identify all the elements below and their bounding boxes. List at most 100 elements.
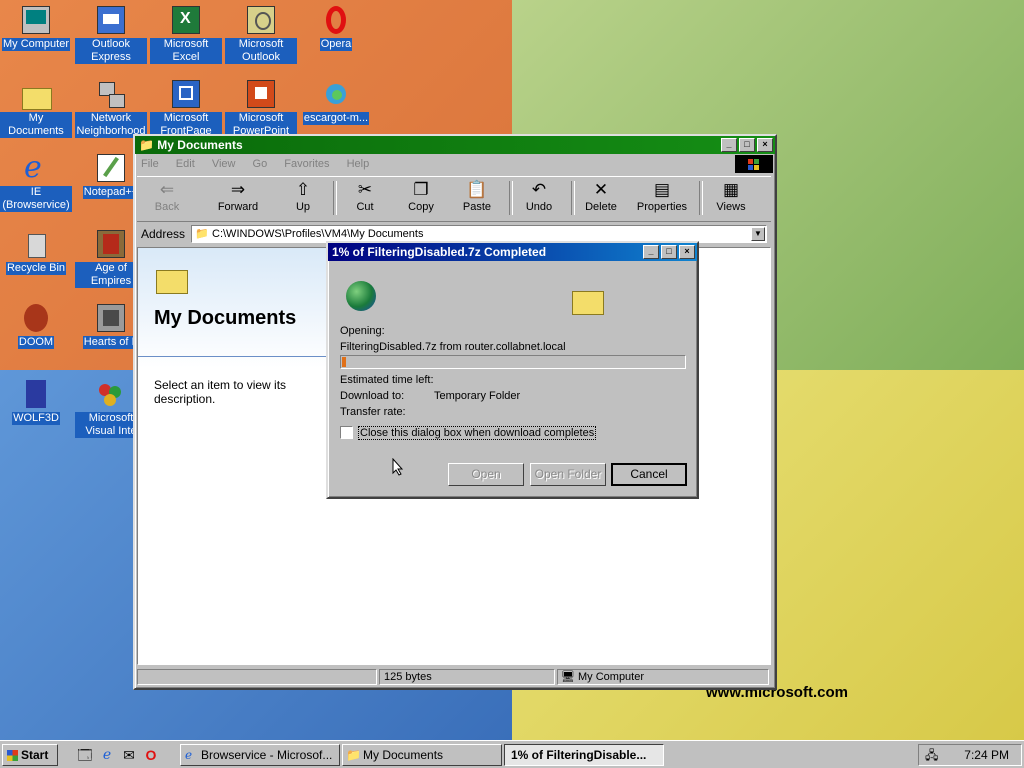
open-button[interactable]: Open xyxy=(448,463,524,486)
task-browservice[interactable]: e Browservice - Microsof... xyxy=(180,744,340,766)
folder-icon xyxy=(572,291,604,315)
recycle-bin-icon xyxy=(20,228,52,260)
age-of-empires-icon xyxy=(95,228,127,260)
webview-folder-icon xyxy=(156,270,188,294)
views-icon: ▦ xyxy=(722,180,740,199)
notepad-icon xyxy=(95,152,127,184)
hearts-of-iron-icon xyxy=(95,302,127,334)
address-dropdown-button[interactable]: ▼ xyxy=(751,227,765,241)
doom-icon xyxy=(20,302,52,334)
show-desktop-icon[interactable]: 🗔 xyxy=(76,746,94,764)
desktop-icon-escargot[interactable]: escargot-m... xyxy=(300,78,372,125)
clock[interactable]: 7:24 PM xyxy=(964,745,1009,765)
forward-button[interactable]: ⇒ Forward xyxy=(209,179,267,219)
computer-small-icon: 🖥 xyxy=(561,671,575,683)
download-close-button[interactable]: × xyxy=(679,245,695,259)
download-file-line: FilteringDisabled.7z from router.collabn… xyxy=(340,341,566,353)
desktop-icon-outlook[interactable]: Microsoft Outlook xyxy=(225,4,297,64)
menu-help[interactable]: Help xyxy=(347,158,370,170)
webview-description: Select an item to view its description. xyxy=(154,378,287,406)
up-folder-icon: ⇧ xyxy=(295,180,311,199)
folder-icon xyxy=(20,78,52,110)
open-folder-button[interactable]: Open Folder xyxy=(530,463,606,486)
menu-favorites[interactable]: Favorites xyxy=(284,158,329,170)
folder-small-icon: 📁 xyxy=(346,748,361,762)
close-when-done-checkbox[interactable] xyxy=(340,426,353,439)
copy-button[interactable]: ❐ Copy xyxy=(395,179,447,219)
webview-divider xyxy=(138,356,326,357)
paste-button[interactable]: 📋 Paste xyxy=(451,179,503,219)
address-folder-icon: 📁 xyxy=(195,228,209,240)
windows-flag-icon xyxy=(7,750,18,761)
desktop-icon-my-documents[interactable]: My Documents xyxy=(0,78,72,138)
opera-quicklaunch-icon[interactable]: O xyxy=(142,746,160,764)
menu-go[interactable]: Go xyxy=(253,158,268,170)
views-button[interactable]: ▦ Views xyxy=(705,179,757,219)
opera-icon xyxy=(320,4,352,36)
download-dialog[interactable]: 1% of FilteringDisabled.7z Completed _ □… xyxy=(326,241,699,499)
download-titlebar[interactable]: 1% of FilteringDisabled.7z Completed _ □… xyxy=(328,243,697,261)
delete-button[interactable]: ✕ Delete xyxy=(575,179,627,219)
back-arrow-icon: ⇐ xyxy=(159,180,175,199)
download-to-label: Download to: xyxy=(340,390,405,402)
address-label: Address xyxy=(141,227,186,241)
desktop-icon-network[interactable]: Network Neighborhood xyxy=(75,78,147,138)
desktop-icon-doom[interactable]: DOOM xyxy=(0,302,72,349)
undo-icon: ↶ xyxy=(531,180,547,199)
minimize-button[interactable]: _ xyxy=(721,138,737,152)
desktop-icon-recycle-bin[interactable]: Recycle Bin xyxy=(0,228,72,275)
scissors-icon: ✂ xyxy=(357,180,373,199)
desktop-icon-ie-browservice[interactable]: e IE (Browservice) xyxy=(0,152,72,212)
visual-interdev-icon xyxy=(95,378,127,410)
close-button[interactable]: × xyxy=(757,138,773,152)
download-maximize-button[interactable]: □ xyxy=(661,245,677,259)
transfer-rate-label: Transfer rate: xyxy=(340,406,406,418)
wolf3d-icon xyxy=(20,378,52,410)
toolbar-separator xyxy=(333,181,337,215)
desktop-icon-powerpoint[interactable]: Microsoft PowerPoint xyxy=(225,78,297,138)
computer-icon xyxy=(20,4,52,36)
properties-button[interactable]: ▤ Properties xyxy=(631,179,693,219)
maximize-button[interactable]: □ xyxy=(739,138,755,152)
delete-icon: ✕ xyxy=(593,180,609,199)
cancel-button[interactable]: Cancel xyxy=(611,463,687,486)
frontpage-icon xyxy=(170,78,202,110)
taskbar: Start 🗔 e ✉ O e Browservice - Microsof..… xyxy=(0,740,1024,768)
desktop-icon-opera[interactable]: Opera xyxy=(300,4,372,51)
explorer-title: My Documents xyxy=(157,138,243,152)
task-my-documents[interactable]: 📁 My Documents xyxy=(342,744,502,766)
desktop-icon-frontpage[interactable]: Microsoft FrontPage xyxy=(150,78,222,138)
desktop-icon-excel[interactable]: X Microsoft Excel xyxy=(150,4,222,64)
menu-edit[interactable]: Edit xyxy=(176,158,195,170)
desktop-icon-wolf3d[interactable]: WOLF3D xyxy=(0,378,72,425)
back-button[interactable]: ⇐ Back xyxy=(141,179,193,219)
desktop-icon-my-computer[interactable]: My Computer xyxy=(0,4,72,51)
escargot-icon xyxy=(320,78,352,110)
ie-quicklaunch-icon[interactable]: e xyxy=(98,746,116,764)
download-progress-bar xyxy=(340,355,686,369)
copy-icon: ❐ xyxy=(413,180,429,199)
close-when-done-label[interactable]: Close this dialog box when download comp… xyxy=(358,426,597,440)
menu-view[interactable]: View xyxy=(212,158,236,170)
forward-arrow-icon: ⇒ xyxy=(230,180,246,199)
status-panel-zone: 🖥 My Computer xyxy=(557,669,769,685)
cut-button[interactable]: ✂ Cut xyxy=(339,179,391,219)
desktop-icon-outlook-express[interactable]: Outlook Express xyxy=(75,4,147,64)
system-tray: 🖧 7:24 PM xyxy=(918,744,1022,766)
status-panel-size: 125 bytes xyxy=(379,669,555,685)
folder-small-icon: 📁 xyxy=(139,138,154,152)
download-minimize-button[interactable]: _ xyxy=(643,245,659,259)
outlook-express-quicklaunch-icon[interactable]: ✉ xyxy=(120,746,138,764)
download-to-value: Temporary Folder xyxy=(434,390,521,402)
explorer-titlebar[interactable]: 📁 My Documents _ □ × xyxy=(135,136,775,154)
address-text: C:\WINDOWS\Profiles\VM4\My Documents xyxy=(212,228,424,240)
powerpoint-icon xyxy=(245,78,277,110)
network-tray-icon[interactable]: 🖧 xyxy=(925,745,938,765)
network-icon xyxy=(95,78,127,110)
menu-file[interactable]: File xyxy=(141,158,159,170)
task-download[interactable]: 1% of FilteringDisable... xyxy=(504,744,664,766)
undo-button[interactable]: ↶ Undo xyxy=(513,179,565,219)
up-button[interactable]: ⇧ Up xyxy=(277,179,329,219)
time-left-label: Estimated time left: xyxy=(340,374,434,386)
start-button[interactable]: Start xyxy=(2,744,58,766)
